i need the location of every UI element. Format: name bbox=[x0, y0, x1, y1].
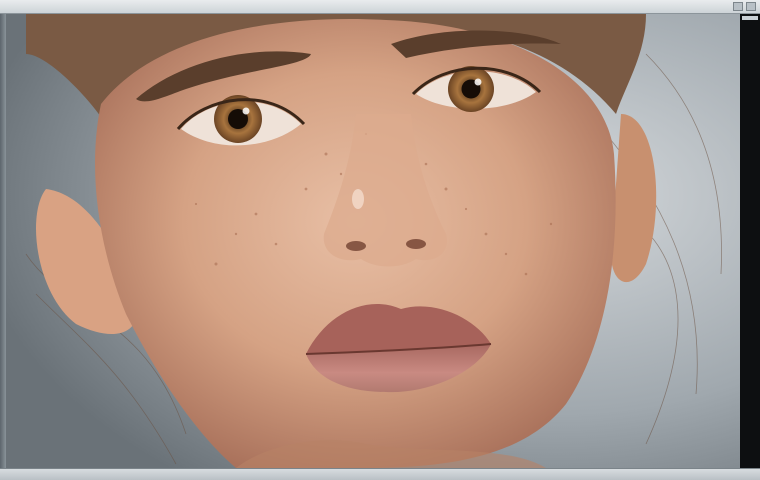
minimize-icon[interactable] bbox=[733, 2, 743, 11]
right-nostril bbox=[406, 239, 426, 249]
portrait-image bbox=[6, 14, 740, 468]
image-canvas[interactable] bbox=[6, 14, 740, 468]
status-bar bbox=[0, 468, 760, 480]
right-eye-highlight bbox=[474, 78, 482, 86]
close-icon[interactable] bbox=[746, 2, 756, 11]
image-editor-window bbox=[0, 0, 760, 480]
menu-bar bbox=[0, 0, 760, 14]
window-controls bbox=[733, 2, 760, 11]
right-scroll-gutter bbox=[740, 14, 760, 468]
left-nostril bbox=[346, 241, 366, 251]
nose-highlight bbox=[352, 189, 364, 209]
left-eye-highlight bbox=[242, 107, 250, 115]
scrollbar-thumb[interactable] bbox=[742, 16, 758, 20]
